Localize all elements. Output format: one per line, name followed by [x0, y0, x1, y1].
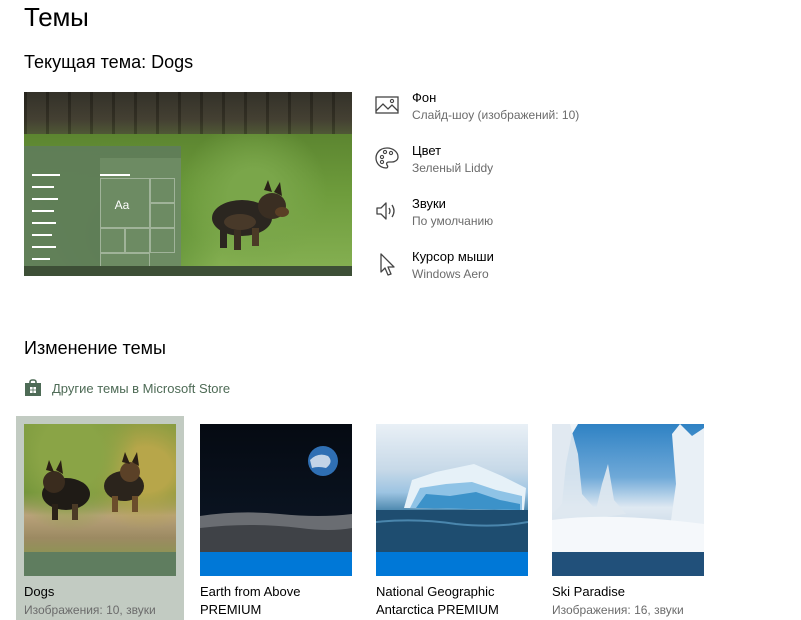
- theme-details: Изображения: 10, звуки: [24, 603, 156, 617]
- theme-details: Изображения: 16, звуки: [552, 603, 684, 617]
- preview-fence: [24, 92, 352, 138]
- preview-menu-line: [32, 198, 58, 200]
- iceberg-image: [376, 464, 528, 552]
- preview-tile: [100, 228, 125, 253]
- color-setting[interactable]: Цвет Зеленый Liddy: [374, 143, 674, 187]
- microsoft-store-link[interactable]: Другие темы в Microsoft Store: [24, 377, 230, 399]
- preview-taskbar: [24, 266, 352, 276]
- background-setting[interactable]: Фон Слайд-шоу (изображений: 10): [374, 90, 674, 134]
- change-theme-heading: Изменение темы: [24, 338, 166, 358]
- theme-preview: Aa: [24, 92, 352, 276]
- theme-color-bar: [552, 552, 704, 576]
- store-bag-icon: [25, 379, 41, 396]
- preview-menu-line: [32, 246, 56, 248]
- theme-color-bar: [200, 552, 352, 576]
- store-link-label: Другие темы в Microsoft Store: [52, 380, 231, 396]
- theme-thumbnail: [376, 424, 528, 576]
- sounds-setting[interactable]: Звуки По умолчанию: [374, 196, 674, 240]
- theme-thumbnail: [552, 424, 704, 576]
- dogs-image: [42, 452, 144, 520]
- picture-icon: [375, 96, 399, 114]
- preview-tile: [125, 228, 150, 253]
- theme-thumbnail: [24, 424, 176, 576]
- preview-menu-line: [32, 258, 50, 260]
- current-theme-label: Текущая тема: Dogs: [24, 52, 194, 72]
- cursor-setting[interactable]: Курсор мыши Windows Aero: [374, 249, 674, 293]
- theme-tile-earth-from-above[interactable]: Earth from Above PREMIUM: [192, 416, 360, 620]
- preview-tile: [150, 228, 175, 253]
- theme-tile-dogs[interactable]: Dogs Изображения: 10, звуки: [16, 416, 184, 620]
- preview-tile-header: [100, 174, 130, 176]
- preview-menu-line: [32, 222, 56, 224]
- sounds-value: По умолчанию: [412, 214, 494, 228]
- preview-tile: [150, 203, 175, 228]
- palette-icon: [375, 147, 399, 169]
- theme-name: Earth from Above PREMIUM: [200, 584, 301, 617]
- color-value: Зеленый Liddy: [412, 161, 494, 175]
- theme-name: National Geographic Antarctica PREMIUM: [376, 584, 499, 617]
- theme-color-bar: [24, 552, 176, 576]
- preview-menu-line: [32, 186, 54, 188]
- earth-image: [200, 446, 352, 552]
- preview-menu-line: [32, 210, 54, 212]
- background-value: Слайд-шоу (изображений: 10): [412, 108, 580, 122]
- preview-menu-line: [32, 174, 60, 176]
- speaker-icon: [376, 202, 395, 220]
- theme-tile-national-geographic-antarctica[interactable]: National Geographic Antarctica PREMIUM: [368, 416, 536, 620]
- color-title: Цвет: [412, 143, 442, 158]
- preview-menu-line: [32, 234, 52, 236]
- theme-name: Ski Paradise: [552, 584, 625, 599]
- preview-dog-image: [212, 180, 289, 250]
- theme-thumbnail: [200, 424, 352, 576]
- snow-trees-image: [552, 424, 704, 552]
- cursor-icon: [380, 253, 395, 276]
- cursor-title: Курсор мыши: [412, 249, 494, 264]
- theme-color-bar: [376, 552, 528, 576]
- page-title: Темы: [24, 2, 89, 32]
- cursor-value: Windows Aero: [412, 267, 489, 281]
- preview-sample-text: Aa: [114, 198, 130, 212]
- sounds-title: Звуки: [412, 196, 446, 211]
- theme-tile-ski-paradise[interactable]: Ski Paradise Изображения: 16, звуки: [544, 416, 712, 620]
- theme-name: Dogs: [24, 584, 55, 599]
- preview-tile: [100, 253, 150, 267]
- preview-tile: [150, 178, 175, 203]
- background-title: Фон: [412, 90, 437, 105]
